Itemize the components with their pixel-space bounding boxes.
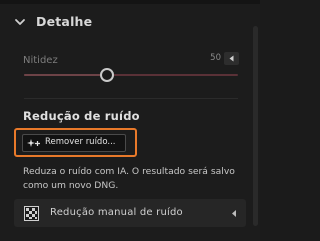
- noise-reduction-description: Reduza o ruído com IA. O resultado será …: [23, 166, 235, 191]
- sharpness-slider-fill: [24, 74, 108, 76]
- sharpness-expand-button[interactable]: [224, 52, 239, 65]
- remove-noise-button[interactable]: Remover ruído...: [22, 134, 126, 152]
- manual-noise-reduction-label: Redução manual de ruído: [50, 207, 183, 218]
- sparkle-plus-icon: [27, 139, 40, 147]
- triangle-left-icon: [232, 210, 236, 217]
- sharpness-value[interactable]: 50: [193, 53, 221, 63]
- detail-section-header[interactable]: Detalhe: [0, 12, 250, 34]
- panel-top-strip: [0, 0, 260, 4]
- panel-scrollbar[interactable]: [253, 26, 258, 226]
- section-title: Detalhe: [36, 14, 93, 29]
- remove-noise-button-label: Remover ruído...: [45, 137, 116, 147]
- detail-panel: Detalhe Nitidez 50 Redução de ruído Remo…: [0, 0, 260, 241]
- sharpness-slider-track[interactable]: [24, 74, 238, 76]
- triangle-left-icon: [229, 55, 234, 62]
- manual-noise-reduction-row[interactable]: Redução manual de ruído: [14, 199, 246, 227]
- section-divider: [24, 98, 238, 99]
- sharpness-slider-thumb[interactable]: [100, 68, 115, 82]
- noise-reduction-title: Redução de ruído: [23, 109, 140, 123]
- sharpness-label: Nitidez: [23, 55, 58, 66]
- chevron-down-icon: [15, 19, 25, 25]
- noise-pattern-icon: [24, 206, 39, 221]
